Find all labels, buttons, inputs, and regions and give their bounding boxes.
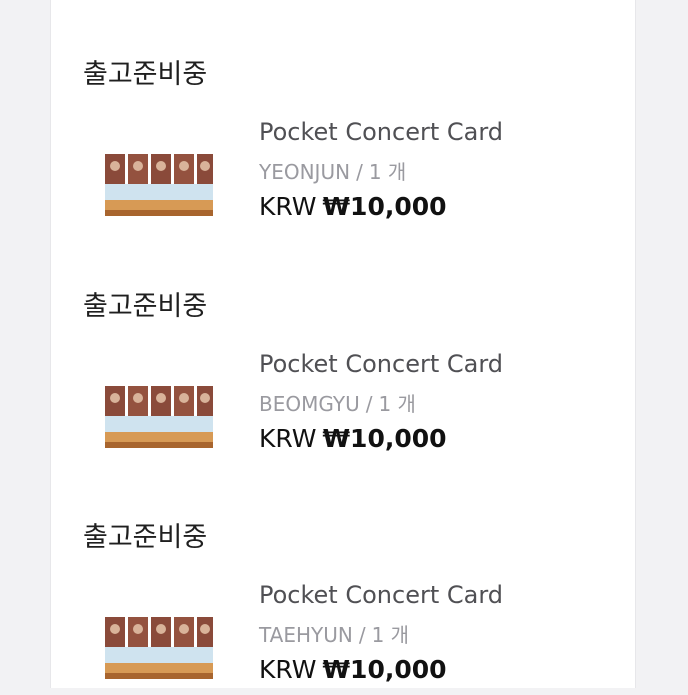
shipping-status-label: 출고준비중 bbox=[83, 59, 208, 90]
product-name[interactable]: Pocket Concert Card bbox=[259, 350, 503, 378]
product-thumbnail[interactable] bbox=[101, 613, 217, 685]
order-item[interactable]: 출고준비중 Pocket Concert Card YEONJUN/1 개 KR… bbox=[51, 0, 637, 232]
option-separator: / bbox=[356, 160, 363, 184]
product-price: KRW ₩10,000 bbox=[259, 655, 447, 684]
member-name: YEONJUN bbox=[259, 160, 351, 184]
option-separator: / bbox=[365, 392, 373, 416]
product-price: KRW ₩10,000 bbox=[259, 192, 447, 221]
price-amount: ₩10,000 bbox=[322, 424, 447, 453]
product-option: YEONJUN/1 개 bbox=[259, 156, 406, 185]
photocard-set-image bbox=[101, 150, 217, 222]
product-name[interactable]: Pocket Concert Card bbox=[259, 581, 503, 609]
quantity: 1 개 bbox=[371, 623, 410, 647]
product-option: BEOMGYU/1 개 bbox=[259, 388, 416, 417]
product-option: TAEHYUN/1 개 bbox=[259, 619, 409, 648]
member-name: BEOMGYU bbox=[259, 392, 360, 416]
price-amount: ₩10,000 bbox=[322, 655, 447, 684]
order-item[interactable]: 출고준비중 Pocket Concert Card BEOMGYU/1 개 KR… bbox=[51, 232, 637, 464]
photocard-set-image bbox=[101, 613, 217, 685]
currency-code: KRW bbox=[259, 424, 317, 453]
quantity: 1 개 bbox=[378, 392, 416, 416]
order-item[interactable]: 출고준비중 Pocket Concert Card TAEHYUN/1 개 KR… bbox=[51, 463, 637, 695]
price-amount: ₩10,000 bbox=[322, 192, 447, 221]
option-separator: / bbox=[358, 623, 366, 647]
product-thumbnail[interactable] bbox=[101, 150, 217, 222]
order-list-card: 출고준비중 Pocket Concert Card YEONJUN/1 개 KR… bbox=[50, 0, 636, 688]
photocard-set-image bbox=[101, 382, 217, 454]
member-name: TAEHYUN bbox=[259, 623, 353, 647]
quantity: 1 개 bbox=[368, 160, 407, 184]
currency-code: KRW bbox=[259, 192, 317, 221]
product-thumbnail[interactable] bbox=[101, 382, 217, 454]
shipping-status-label: 출고준비중 bbox=[83, 291, 208, 322]
product-name[interactable]: Pocket Concert Card bbox=[259, 118, 503, 146]
product-price: KRW ₩10,000 bbox=[259, 424, 447, 453]
shipping-status-label: 출고준비중 bbox=[83, 522, 208, 553]
currency-code: KRW bbox=[259, 655, 317, 684]
